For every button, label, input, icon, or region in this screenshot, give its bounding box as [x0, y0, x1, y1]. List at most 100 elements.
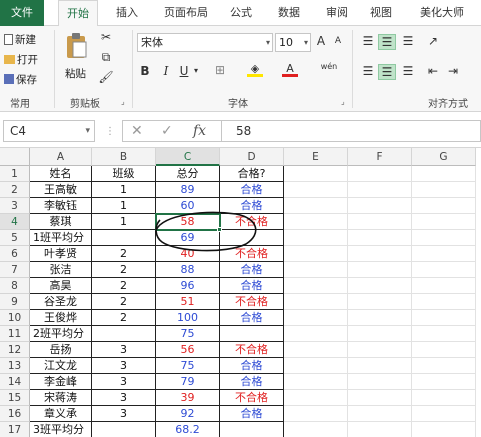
row-header-7[interactable]: 7 [0, 262, 30, 278]
cell-d1[interactable]: 合格? [220, 166, 284, 182]
cell-d9[interactable]: 不合格 [220, 294, 284, 310]
cell-d15[interactable]: 不合格 [220, 390, 284, 406]
font-color-icon[interactable]: A [282, 62, 298, 77]
cell-g9[interactable] [412, 294, 476, 310]
italic-button[interactable]: I [160, 64, 172, 78]
align-middle-icon[interactable]: ☰ [378, 34, 396, 50]
tab-home[interactable]: 开始 [58, 0, 98, 27]
cell-b15[interactable]: 3 [92, 390, 156, 406]
cell-a3[interactable]: 李敏钰 [30, 198, 92, 214]
tab-formulas[interactable]: 公式 [224, 0, 258, 26]
cell-f4[interactable] [348, 214, 412, 230]
cell-c6[interactable]: 40 [156, 246, 220, 262]
cell-c13[interactable]: 75 [156, 358, 220, 374]
column-header-f[interactable]: F [348, 148, 412, 166]
cell-f8[interactable] [348, 278, 412, 294]
cell-c5[interactable]: 69 [156, 230, 220, 246]
row-header-4[interactable]: 4 [0, 214, 30, 230]
cell-b3[interactable]: 1 [92, 198, 156, 214]
cell-g11[interactable] [412, 326, 476, 342]
cell-g7[interactable] [412, 262, 476, 278]
cell-g15[interactable] [412, 390, 476, 406]
cell-g14[interactable] [412, 374, 476, 390]
cell-c17[interactable]: 68.2 [156, 422, 220, 437]
cell-c1[interactable]: 总分 [156, 166, 220, 182]
cell-a9[interactable]: 谷圣龙 [30, 294, 92, 310]
cell-d11[interactable] [220, 326, 284, 342]
cell-g12[interactable] [412, 342, 476, 358]
cell-e5[interactable] [284, 230, 348, 246]
cell-d16[interactable]: 合格 [220, 406, 284, 422]
row-header-14[interactable]: 14 [0, 374, 30, 390]
new-button[interactable]: 新建 [4, 32, 36, 47]
shrink-font-icon[interactable]: A [332, 36, 344, 46]
copy-icon[interactable]: ⧉ [98, 50, 114, 65]
row-header-5[interactable]: 5 [0, 230, 30, 246]
cell-f10[interactable] [348, 310, 412, 326]
cell-b8[interactable]: 2 [92, 278, 156, 294]
cell-d7[interactable]: 合格 [220, 262, 284, 278]
column-header-b[interactable]: B [92, 148, 156, 166]
cell-e12[interactable] [284, 342, 348, 358]
align-center-icon[interactable]: ☰ [378, 64, 396, 80]
cell-a11[interactable]: 2班平均分 [30, 326, 92, 342]
cell-f9[interactable] [348, 294, 412, 310]
row-header-2[interactable]: 2 [0, 182, 30, 198]
cell-b1[interactable]: 班级 [92, 166, 156, 182]
tab-insert[interactable]: 插入 [110, 0, 144, 26]
cell-a15[interactable]: 宋蒋涛 [30, 390, 92, 406]
cell-a5[interactable]: 1班平均分 [30, 230, 92, 246]
tab-view[interactable]: 视图 [364, 0, 398, 26]
cell-e13[interactable] [284, 358, 348, 374]
cell-b6[interactable]: 2 [92, 246, 156, 262]
cell-a8[interactable]: 高昊 [30, 278, 92, 294]
cell-a10[interactable]: 王俊烨 [30, 310, 92, 326]
cell-b4[interactable]: 1 [92, 214, 156, 230]
clipboard-launcher-icon[interactable]: ⌟ [121, 97, 125, 106]
chevron-down-icon[interactable]: ▾ [192, 66, 200, 75]
cell-g13[interactable] [412, 358, 476, 374]
format-painter-icon[interactable]: 🖌 [98, 70, 114, 84]
cell-b5[interactable] [92, 230, 156, 246]
column-header-c[interactable]: C [156, 148, 220, 166]
tab-data[interactable]: 数据 [272, 0, 306, 26]
fill-color-icon[interactable]: ◈ [247, 62, 263, 77]
cell-e3[interactable] [284, 198, 348, 214]
cell-e11[interactable] [284, 326, 348, 342]
name-box[interactable]: C4 ▾ [3, 120, 95, 142]
cell-a2[interactable]: 王高敏 [30, 182, 92, 198]
cell-a12[interactable]: 岳扬 [30, 342, 92, 358]
cell-a16[interactable]: 章义承 [30, 406, 92, 422]
cell-f14[interactable] [348, 374, 412, 390]
align-right-icon[interactable]: ☰ [400, 64, 416, 78]
cell-b11[interactable] [92, 326, 156, 342]
cell-c14[interactable]: 79 [156, 374, 220, 390]
cell-b7[interactable]: 2 [92, 262, 156, 278]
row-header-15[interactable]: 15 [0, 390, 30, 406]
underline-button[interactable]: U [178, 64, 190, 78]
row-header-10[interactable]: 10 [0, 310, 30, 326]
phonetic-guide-icon[interactable]: wén [318, 62, 340, 71]
cell-g1[interactable] [412, 166, 476, 182]
save-button[interactable]: 保存 [4, 72, 37, 87]
row-header-16[interactable]: 16 [0, 406, 30, 422]
cell-b17[interactable] [92, 422, 156, 437]
cell-b12[interactable]: 3 [92, 342, 156, 358]
cell-f3[interactable] [348, 198, 412, 214]
row-header-3[interactable]: 3 [0, 198, 30, 214]
cell-e14[interactable] [284, 374, 348, 390]
row-header-11[interactable]: 11 [0, 326, 30, 342]
cell-f15[interactable] [348, 390, 412, 406]
cell-c12[interactable]: 56 [156, 342, 220, 358]
cell-d14[interactable]: 合格 [220, 374, 284, 390]
cell-d6[interactable]: 不合格 [220, 246, 284, 262]
select-all-corner[interactable] [0, 148, 30, 166]
column-header-g[interactable]: G [412, 148, 476, 166]
cell-a14[interactable]: 李金峰 [30, 374, 92, 390]
cell-a1[interactable]: 姓名 [30, 166, 92, 182]
cell-c3[interactable]: 60 [156, 198, 220, 214]
cell-b13[interactable]: 3 [92, 358, 156, 374]
cut-icon[interactable]: ✂ [98, 30, 114, 44]
tab-page-layout[interactable]: 页面布局 [156, 0, 216, 26]
cell-g16[interactable] [412, 406, 476, 422]
